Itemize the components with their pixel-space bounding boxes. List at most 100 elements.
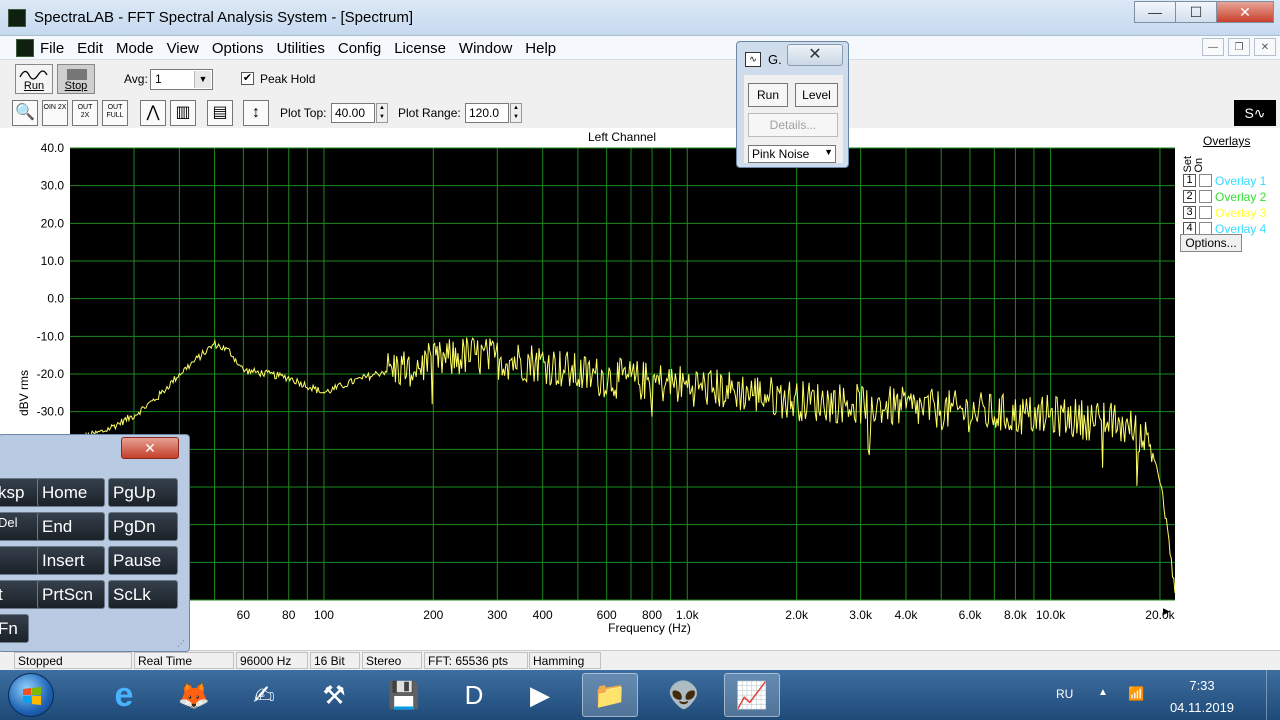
run-button[interactable]: Run (15, 64, 53, 94)
peak-hold-checkbox[interactable]: ✔ (241, 72, 254, 85)
menu-mode[interactable]: Mode (116, 40, 154, 57)
pgdn-key[interactable]: PgDn (108, 512, 178, 541)
d-app-icon[interactable]: D (446, 673, 502, 717)
generator-level-button[interactable]: Level (795, 83, 838, 107)
generator-details-button: Details... (748, 113, 838, 137)
mdi-restore-button[interactable]: ❐ (1228, 38, 1250, 56)
internet-explorer-icon[interactable]: e (96, 673, 152, 717)
menu-utilities[interactable]: Utilities (277, 40, 325, 57)
chevron-down-icon: ▼ (824, 147, 833, 157)
pgup-key[interactable]: PgUp (108, 478, 178, 507)
stop-button[interactable]: Stop (57, 64, 95, 94)
toolbar-plot: 🔍 OIN 2X OUT 2X OUT FULL ⋀ ▥ ▤ ↕ Plot Top: 40.0… (0, 98, 1280, 128)
clock-time[interactable]: 7:33 (1160, 678, 1244, 693)
start-button[interactable] (8, 673, 54, 717)
sclk-key[interactable]: ScLk (108, 580, 178, 609)
media-player-icon[interactable]: ▶ (512, 673, 568, 717)
signal-type-select[interactable]: Pink Noise ▼ (748, 145, 836, 163)
clock-date[interactable]: 04.11.2019 (1160, 700, 1244, 715)
signature-app-icon[interactable]: ✍ (236, 673, 292, 717)
maximize-button[interactable]: ☐ (1175, 1, 1217, 23)
menu-file[interactable]: File (40, 40, 64, 57)
menu-license[interactable]: License (394, 40, 446, 57)
resize-grip-icon[interactable]: ⋰ (177, 639, 187, 649)
stop-square-icon (67, 69, 87, 80)
status-channels: Stereo (362, 652, 422, 669)
overlay-set-button[interactable]: 1 (1183, 174, 1196, 187)
end-key[interactable]: End (37, 512, 105, 541)
save-app-icon[interactable]: 💾 (376, 673, 432, 717)
overlay-name: Overlay 3 (1215, 206, 1267, 220)
y-tick-label: 10.0 (41, 254, 65, 268)
bar-plot-tool[interactable]: ▥ (170, 100, 196, 126)
language-indicator[interactable]: RU (1056, 687, 1073, 701)
network-icon[interactable]: 📶 (1128, 686, 1144, 702)
plot-top-spinner[interactable]: ▲ ▼ (376, 103, 388, 123)
status-mode: Real Time (134, 652, 234, 669)
status-bits: 16 Bit (310, 652, 360, 669)
menu-edit[interactable]: Edit (77, 40, 103, 57)
mdi-minimize-button[interactable]: — (1202, 38, 1224, 56)
fn-key[interactable]: Fn (0, 614, 29, 643)
tray-expand-icon[interactable]: ▲ (1098, 687, 1108, 698)
x-tick-label: 80 (282, 608, 296, 622)
alien-app-icon[interactable]: 👽 (656, 673, 712, 717)
x-tick-label: 3.0k (849, 608, 873, 622)
x-tick-label: 100 (314, 608, 334, 622)
tools-app-icon[interactable]: ⚒ (306, 673, 362, 717)
close-button[interactable]: ✕ (1216, 1, 1274, 23)
y-tick-label: -30.0 (37, 405, 65, 419)
home-key[interactable]: Home (37, 478, 105, 507)
avg-label: Avg: (124, 72, 148, 86)
status-rate: 96000 Hz (236, 652, 308, 669)
prtscn-key[interactable]: PrtScn (37, 580, 105, 609)
plot-top-label: Plot Top: (280, 106, 327, 120)
plot-top-input[interactable]: 40.00 (331, 103, 375, 123)
zoom-in-2x-tool[interactable]: OIN 2X (42, 100, 68, 126)
overlay-set-button[interactable]: 2 (1183, 190, 1196, 203)
x-tick-label: 800 (642, 608, 662, 622)
pause-key[interactable]: Pause (108, 546, 178, 575)
plot-range-label: Plot Range: (398, 106, 461, 120)
spectralab-icon (8, 9, 26, 27)
generator-run-button[interactable]: Run (748, 83, 788, 107)
overlay-on-checkbox[interactable] (1199, 174, 1212, 187)
menu-view[interactable]: View (167, 40, 199, 57)
toolbar-main: Run Stop Avg: 1 ▼ ✔ Peak Hold (0, 61, 1280, 95)
overlay-options-button[interactable]: Options... (1180, 234, 1242, 252)
menu-config[interactable]: Config (338, 40, 381, 57)
scale-tool[interactable]: ↕ (243, 100, 269, 126)
mdi-controls: — ❐ ✕ (1198, 38, 1276, 56)
file-explorer-icon[interactable]: 📁 (582, 673, 638, 717)
document-icon[interactable] (16, 39, 34, 57)
zoom-tool[interactable]: 🔍 (12, 100, 38, 126)
overlay-tool[interactable]: ▤ (207, 100, 233, 126)
keyboard-close-button[interactable]: ✕ (121, 437, 179, 459)
signal-generator-logo[interactable]: S∿ (1234, 100, 1276, 126)
insert-key[interactable]: Insert (37, 546, 105, 575)
plot-range-spinner[interactable]: ▲ ▼ (510, 103, 522, 123)
minimize-button[interactable]: — (1134, 1, 1176, 23)
overlays-title: Overlays (1203, 134, 1251, 148)
menu-window[interactable]: Window (459, 40, 512, 57)
y-axis-label: dBV rms (17, 370, 31, 416)
firefox-icon[interactable]: 🦊 (166, 673, 222, 717)
zoom-out-2x-tool[interactable]: OUT 2X (72, 100, 98, 126)
status-fft: FFT: 65536 pts (424, 652, 528, 669)
menu-help[interactable]: Help (525, 40, 556, 57)
line-plot-tool[interactable]: ⋀ (140, 100, 166, 126)
overlay-set-button[interactable]: 3 (1183, 206, 1196, 219)
mdi-close-button[interactable]: ✕ (1254, 38, 1276, 56)
menu-options[interactable]: Options (212, 40, 264, 57)
overlay-on-checkbox[interactable] (1199, 190, 1212, 203)
scroll-right-icon[interactable]: ▶ (1163, 606, 1170, 616)
plot-range-input[interactable]: 120.0 (465, 103, 509, 123)
overlay-on-checkbox[interactable] (1199, 206, 1212, 219)
generator-close-button[interactable]: ✕ (787, 44, 843, 66)
y-tick-label: -10.0 (37, 329, 65, 343)
zoom-out-full-tool[interactable]: OUT FULL (102, 100, 128, 126)
x-tick-label: 2.0k (785, 608, 809, 622)
spectralab-app-icon[interactable]: 📈 (724, 673, 780, 717)
avg-select[interactable]: 1 ▼ (150, 69, 213, 90)
show-desktop-button[interactable] (1266, 670, 1280, 720)
